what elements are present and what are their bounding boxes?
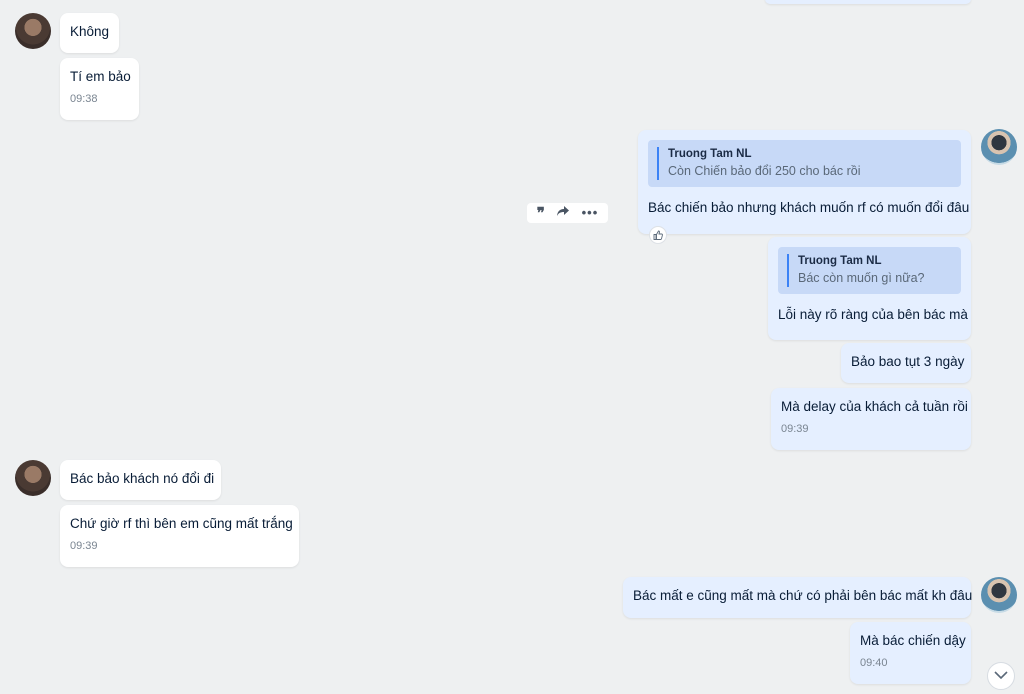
outgoing-message[interactable]: Mà bác chiến dậy 09:40 <box>850 622 971 684</box>
like-icon[interactable] <box>649 226 667 244</box>
incoming-message[interactable]: Chứ giờ rf thì bên em cũng mất trắng 09:… <box>60 505 299 567</box>
scroll-to-bottom-button[interactable] <box>987 662 1015 690</box>
message-action-toolbar: ❞ ••• <box>527 203 608 223</box>
message-text: Mà bác chiến dậy <box>860 633 966 648</box>
message-text: Tí em bảo <box>70 69 131 84</box>
outgoing-message[interactable]: Truong Tam NL Còn Chiến bảo đổi 250 cho … <box>638 130 971 234</box>
incoming-message[interactable]: Tí em bảo 09:38 <box>60 58 139 120</box>
previous-message-bubble <box>765 0 971 4</box>
message-text: Lỗi này rõ ràng của bên bác mà <box>778 307 968 322</box>
message-text: Bác chiến bảo nhưng khách muốn rf có muố… <box>648 200 970 215</box>
more-icon[interactable]: ••• <box>582 203 599 223</box>
message-text: Chứ giờ rf thì bên em cũng mất trắng <box>70 516 293 531</box>
message-text: Bảo bao tụt 3 ngày <box>851 354 965 369</box>
quote-icon[interactable]: ❞ <box>537 203 545 223</box>
quoted-message[interactable]: Truong Tam NL Bác còn muốn gì nữa? <box>778 247 961 294</box>
message-time: 09:39 <box>781 423 809 435</box>
message-time: 09:40 <box>860 657 888 669</box>
quote-text: Còn Chiến bảo đổi 250 cho bác rồi <box>668 164 861 178</box>
quote-text: Bác còn muốn gì nữa? <box>798 271 925 285</box>
outgoing-message[interactable]: Bác mất e cũng mất mà chứ có phải bên bá… <box>623 577 973 618</box>
outgoing-message[interactable]: Truong Tam NL Bác còn muốn gì nữa? Lỗi n… <box>768 237 971 340</box>
chevron-down-icon <box>994 667 1008 685</box>
contact-avatar[interactable] <box>15 460 51 496</box>
quoted-message[interactable]: Truong Tam NL Còn Chiến bảo đổi 250 cho … <box>648 140 961 187</box>
message-text: Mà delay của khách cả tuần rồi <box>781 399 968 414</box>
message-text: Bác bảo khách nó đổi đi <box>70 471 215 486</box>
contact-avatar[interactable] <box>15 13 51 49</box>
quote-sender: Truong Tam NL <box>668 148 752 160</box>
share-icon[interactable] <box>556 203 570 223</box>
my-avatar[interactable] <box>981 129 1017 165</box>
incoming-message[interactable]: Không <box>60 13 119 53</box>
message-time: 09:38 <box>70 93 98 105</box>
my-avatar[interactable] <box>981 577 1017 613</box>
quote-sender: Truong Tam NL <box>798 255 882 267</box>
outgoing-message[interactable]: Mà delay của khách cả tuần rồi 09:39 <box>771 388 971 450</box>
message-text: Bác mất e cũng mất mà chứ có phải bên bá… <box>633 588 973 603</box>
incoming-message[interactable]: Bác bảo khách nó đổi đi <box>60 460 221 500</box>
outgoing-message[interactable]: Bảo bao tụt 3 ngày <box>841 343 971 383</box>
message-text: Không <box>70 24 110 39</box>
message-time: 09:39 <box>70 540 98 552</box>
